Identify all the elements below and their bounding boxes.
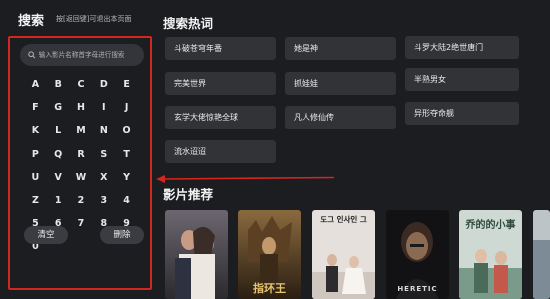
key-u[interactable]: U <box>24 171 47 194</box>
movie-poster[interactable]: 指环王 <box>238 210 301 299</box>
recommend-title: 影片推荐 <box>163 187 214 202</box>
annotation-arrow <box>156 175 334 183</box>
key-r[interactable]: R <box>70 148 93 171</box>
key-y[interactable]: Y <box>115 171 138 194</box>
poster-caption: 指环王 <box>253 282 286 295</box>
hot-item[interactable]: 抓娃娃 <box>285 72 396 95</box>
key-4[interactable]: 4 <box>115 194 138 217</box>
search-icon <box>28 51 36 59</box>
key-f[interactable]: F <box>24 101 47 124</box>
hot-search-title: 搜索热词 <box>163 16 214 31</box>
delete-button[interactable]: 删除 <box>100 226 144 244</box>
key-s[interactable]: S <box>92 148 115 171</box>
search-field[interactable] <box>20 44 144 66</box>
movie-poster[interactable]: 乔的的小事 <box>459 210 522 299</box>
key-w[interactable]: W <box>70 171 93 194</box>
hot-item[interactable]: 凡人修仙传 <box>285 106 396 129</box>
key-h[interactable]: H <box>70 101 93 124</box>
key-k[interactable]: K <box>24 124 47 147</box>
movie-poster[interactable] <box>165 210 228 299</box>
key-o[interactable]: O <box>115 124 138 147</box>
key-n[interactable]: N <box>92 124 115 147</box>
poster-image <box>533 210 550 299</box>
hot-item[interactable]: 异形夺命舰 <box>405 102 519 125</box>
hot-item[interactable]: 完美世界 <box>165 72 276 95</box>
poster-caption: HERETIC <box>397 285 438 293</box>
movie-poster[interactable]: 도그 인사인 그 <box>312 210 375 299</box>
key-q[interactable]: Q <box>47 148 70 171</box>
hot-item[interactable]: 斗破苍穹年番 <box>165 37 276 60</box>
key-i[interactable]: I <box>92 101 115 124</box>
key-z[interactable]: Z <box>24 194 47 217</box>
movie-poster[interactable]: HERETIC <box>386 210 449 299</box>
key-2[interactable]: 2 <box>70 194 93 217</box>
hot-item[interactable]: 半熟男女 <box>405 68 519 91</box>
clear-button[interactable]: 清空 <box>24 226 68 244</box>
key-j[interactable]: J <box>115 101 138 124</box>
key-x[interactable]: X <box>92 171 115 194</box>
hot-item[interactable]: 玄学大佬惊艳全球 <box>165 106 276 129</box>
key-e[interactable]: E <box>115 78 138 101</box>
keypad-panel: A B C D E F G H I J K L M N O P Q R S T … <box>8 36 152 290</box>
key-g[interactable]: G <box>47 101 70 124</box>
key-d[interactable]: D <box>92 78 115 101</box>
poster-image <box>165 210 228 299</box>
hot-item[interactable]: 斗罗大陆2绝世唐门 <box>405 36 519 59</box>
key-p[interactable]: P <box>24 148 47 171</box>
search-input[interactable] <box>38 51 144 59</box>
key-3[interactable]: 3 <box>92 194 115 217</box>
back-hint: 按[返回键]可退出本页面 <box>56 15 132 23</box>
poster-caption: 乔的的小事 <box>465 220 516 231</box>
key-a[interactable]: A <box>24 78 47 101</box>
movie-poster[interactable] <box>533 210 550 299</box>
key-t[interactable]: T <box>115 148 138 171</box>
key-l[interactable]: L <box>47 124 70 147</box>
hot-item[interactable]: 流水迢迢 <box>165 140 276 163</box>
key-b[interactable]: B <box>47 78 70 101</box>
key-c[interactable]: C <box>70 78 93 101</box>
key-7[interactable]: 7 <box>70 217 93 240</box>
poster-caption: 도그 인사인 그 <box>320 215 367 224</box>
key-m[interactable]: M <box>70 124 93 147</box>
key-v[interactable]: V <box>47 171 70 194</box>
hot-item[interactable]: 她是神 <box>285 37 396 60</box>
search-title: 搜索 <box>18 14 45 29</box>
key-1[interactable]: 1 <box>47 194 70 217</box>
